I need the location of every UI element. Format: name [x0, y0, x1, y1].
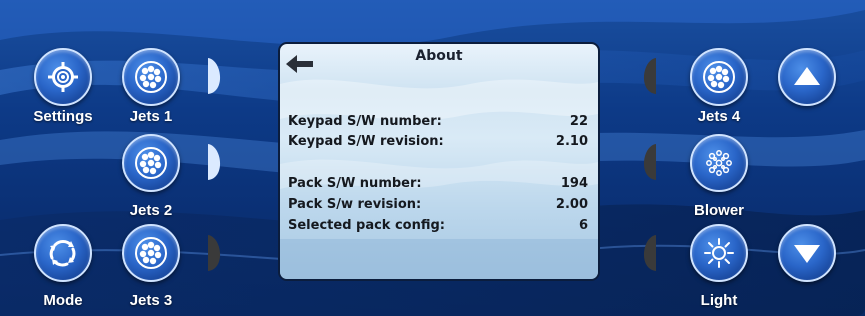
jets-1-label: Jets 1	[129, 108, 173, 125]
settings-button[interactable]	[34, 48, 92, 106]
about-screen: About Keypad S/W number: 22 Keypad S/W r…	[278, 42, 600, 281]
settings-label: Settings	[33, 108, 93, 125]
chevron-down-icon	[794, 245, 820, 263]
screen-water-background	[280, 79, 598, 279]
info-label: Keypad S/W number:	[288, 114, 442, 129]
bubbles-icon	[706, 150, 732, 176]
info-label: Pack S/W number:	[288, 176, 422, 191]
jets-4-button[interactable]	[690, 48, 748, 106]
blower-label: Blower	[693, 202, 744, 219]
jets-3-label: Jets 3	[129, 292, 173, 309]
gear-icon	[48, 62, 78, 92]
jets-3-indicator	[208, 235, 221, 271]
jet-nozzle-icon	[135, 61, 167, 93]
jet-nozzle-icon	[135, 237, 167, 269]
jets-1-indicator	[208, 58, 221, 94]
up-button[interactable]	[778, 48, 836, 106]
info-value: 22	[569, 114, 588, 129]
info-label: Keypad S/W revision:	[288, 134, 444, 149]
info-row: Pack S/W number: 194	[288, 176, 588, 196]
jets-4-indicator	[643, 58, 656, 94]
info-value: 2.10	[555, 134, 588, 149]
jets-2-button[interactable]	[122, 134, 180, 192]
jet-nozzle-icon	[135, 147, 167, 179]
light-button[interactable]	[690, 224, 748, 282]
screen-title: About	[415, 48, 463, 64]
info-label: Pack S/w revision:	[288, 197, 422, 212]
info-row: Keypad S/W revision: 2.10	[288, 134, 588, 154]
jets-3-button[interactable]	[122, 224, 180, 282]
cycle-arrows-icon	[49, 240, 76, 267]
info-value: 194	[560, 176, 588, 191]
blower-indicator	[643, 144, 656, 180]
spa-control-panel: Settings Jets 1 Jets 2 Mode Jets 3 About…	[0, 0, 865, 316]
info-row: Selected pack config: 6	[288, 218, 588, 238]
jets-1-button[interactable]	[122, 48, 180, 106]
down-button[interactable]	[778, 224, 836, 282]
blower-button[interactable]	[690, 134, 748, 192]
info-label: Selected pack config:	[288, 218, 446, 233]
mode-label: Mode	[43, 292, 83, 309]
info-row: Pack S/w revision: 2.00	[288, 197, 588, 217]
chevron-up-icon	[794, 67, 820, 85]
jets-2-indicator	[208, 144, 221, 180]
info-value: 6	[578, 218, 588, 233]
jet-nozzle-icon	[703, 61, 735, 93]
info-value: 2.00	[555, 197, 588, 212]
info-row: Keypad S/W number: 22	[288, 114, 588, 134]
light-indicator	[643, 235, 656, 271]
sun-icon	[704, 238, 734, 268]
jets-2-label: Jets 2	[129, 202, 173, 219]
jets-4-label: Jets 4	[697, 108, 741, 125]
light-label: Light	[700, 292, 738, 309]
mode-button[interactable]	[34, 224, 92, 282]
